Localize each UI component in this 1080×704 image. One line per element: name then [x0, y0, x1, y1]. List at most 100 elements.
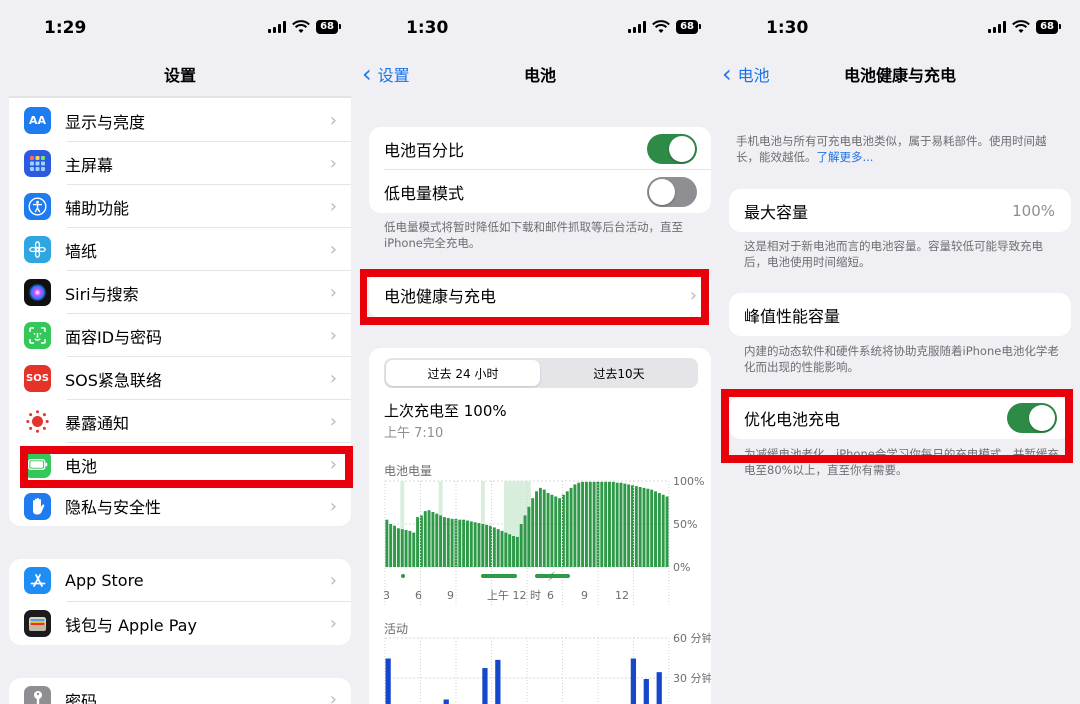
settings-row-home-screen[interactable]: 主屏幕 › — [9, 142, 351, 185]
intro-note: 手机电池与所有可充电电池类似，属于易耗部件。使用时间越长，能效越低。了解更多..… — [736, 133, 1066, 165]
row-label: 低电量模式 — [384, 183, 465, 203]
intro-text: 手机电池与所有可充电电池类似，属于易耗部件。使用时间越长，能效越低。 — [736, 134, 1047, 164]
tab-last-24-hours[interactable]: 过去 24 小时 — [386, 360, 540, 386]
y-tick-label: 50% — [673, 518, 697, 531]
battery-level-bar — [558, 498, 562, 567]
status-time: 1:29 — [44, 18, 87, 38]
wifi-icon — [292, 20, 310, 33]
battery-level-bar — [450, 518, 454, 567]
low-power-toggle[interactable] — [647, 176, 697, 207]
battery-icon: 68 — [316, 20, 341, 34]
battery-level-bar — [657, 493, 661, 567]
activity-bar — [385, 658, 391, 704]
settings-row-privacy[interactable]: 隐私与安全性 › — [9, 486, 351, 526]
chevron-right-icon: › — [329, 196, 337, 217]
settings-row-sos[interactable]: SOS SOS紧急联络 › — [9, 357, 351, 400]
status-bar: 1:30 68 — [360, 0, 720, 52]
last-charge-time: 上午 7:10 — [384, 426, 444, 441]
settings-row-app-store[interactable]: App Store › — [9, 559, 351, 602]
battery-level-bar — [538, 487, 542, 567]
charging-bolt-icon: ⚡ — [547, 570, 556, 585]
battery-level-bar — [481, 524, 485, 567]
battery-level-bar — [554, 496, 558, 567]
row-label: 暴露通知 — [65, 413, 130, 433]
battery-level-bar — [634, 486, 638, 567]
settings-row-display[interactable]: AA 显示与亮度 › — [9, 99, 351, 142]
settings-row-wallpaper[interactable]: 墙纸 › — [9, 228, 351, 271]
chevron-right-icon: › — [329, 153, 337, 174]
wifi-icon — [1012, 20, 1030, 33]
battery-level-bar — [469, 521, 473, 567]
battery-usage-card: 过去 24 小时 过去10天 上次充电至 100% 上午 7:10 电池电量 1… — [369, 348, 711, 704]
battery-level-bar — [665, 496, 669, 567]
battery-level-bar — [596, 481, 600, 567]
status-time: 1:30 — [766, 18, 809, 38]
page-title: 电池健康与充电 — [843, 66, 956, 85]
settings-row-siri[interactable]: Siri与搜索 › — [9, 271, 351, 314]
row-label: 峰值性能容量 — [744, 306, 841, 326]
highlight-box — [20, 446, 353, 488]
chevron-right-icon: › — [329, 368, 337, 389]
y-tick-label: 0% — [673, 561, 690, 574]
sos-icon: SOS — [24, 365, 51, 392]
battery-level-bar — [404, 530, 408, 567]
tab-last-10-days[interactable]: 过去10天 — [542, 360, 696, 386]
battery-toggles-group: 电池百分比 低电量模式 — [369, 127, 711, 213]
row-label: 隐私与安全性 — [65, 498, 162, 517]
settings-row-accessibility[interactable]: 辅助功能 › — [9, 185, 351, 228]
activity-bar — [495, 659, 501, 704]
battery-level-bar — [607, 481, 611, 567]
battery-level-bar — [473, 522, 477, 567]
battery-level-bar — [523, 515, 527, 567]
x-tick-label: 6 — [547, 589, 554, 602]
row-label: 主屏幕 — [65, 155, 114, 175]
page-title: 设置 — [163, 66, 196, 85]
y-tick-label: 60 分钟 — [673, 631, 711, 645]
key-icon — [24, 686, 51, 704]
row-label: 显示与亮度 — [65, 112, 146, 132]
y-tick-label: 100% — [673, 475, 704, 488]
x-tick-label: 上午 12 时 — [487, 589, 541, 602]
activity-bar — [630, 658, 637, 704]
battery-level-bar — [531, 498, 535, 567]
chevron-right-icon: › — [329, 570, 337, 591]
status-bar: 1:30 68 — [720, 0, 1080, 52]
battery-level-bar — [535, 491, 539, 567]
battery-level-bar — [550, 494, 554, 567]
wifi-icon — [652, 20, 670, 33]
battery-level-bar — [600, 481, 604, 567]
battery-level-bar — [492, 527, 496, 567]
battery-level-bar — [627, 484, 631, 567]
battery-percentage-toggle[interactable] — [647, 133, 697, 164]
battery-level-bar — [642, 487, 646, 567]
charge-dot — [401, 574, 405, 578]
chevron-right-icon: › — [329, 325, 337, 346]
settings-row-wallet[interactable]: 钱包与 Apple Pay › — [9, 602, 351, 645]
exposure-notification-icon — [24, 408, 51, 435]
row-label: SOS紧急联络 — [65, 370, 162, 390]
battery-level-bar — [611, 481, 615, 567]
settings-row-face-id[interactable]: 面容ID与密码 › — [9, 314, 351, 357]
settings-row-passwords[interactable]: 密码 › — [9, 678, 351, 704]
battery-level-bar — [577, 482, 581, 567]
battery-level-bar — [619, 482, 623, 567]
battery-percentage-row: 电池百分比 — [369, 127, 711, 170]
battery-level-bar — [396, 528, 400, 567]
chevron-right-icon: › — [329, 411, 337, 432]
battery-level-chart: 100% 50% 0% ⚡ 3 6 9 上午 12 时 6 9 12 — [383, 475, 704, 605]
peak-performance-group: 峰值性能容量 — [729, 293, 1071, 336]
cellular-signal-icon — [988, 21, 1007, 33]
battery-level-bar — [446, 517, 450, 567]
battery-panel: 1:30 68 ‹ 设置 电池 电池百分比 低电量模式 低电量模式将暂时降低如下… — [360, 0, 720, 704]
battery-level-bar — [515, 536, 519, 567]
time-range-segmented-control: 过去 24 小时 过去10天 — [384, 358, 698, 388]
battery-health-panel: 1:30 68 ‹ 电池 电池健康与充电 手机电池与所有可充电电池类似，属于易耗… — [720, 0, 1080, 704]
settings-row-exposure[interactable]: 暴露通知 › — [9, 400, 351, 443]
chevron-right-icon: › — [329, 495, 337, 517]
learn-more-link[interactable]: 了解更多... — [817, 150, 874, 164]
accessibility-icon — [24, 193, 51, 220]
activity-bar — [643, 679, 649, 704]
battery-level-bar — [508, 534, 512, 567]
wallpaper-icon — [24, 236, 51, 263]
home-screen-icon — [24, 150, 51, 177]
